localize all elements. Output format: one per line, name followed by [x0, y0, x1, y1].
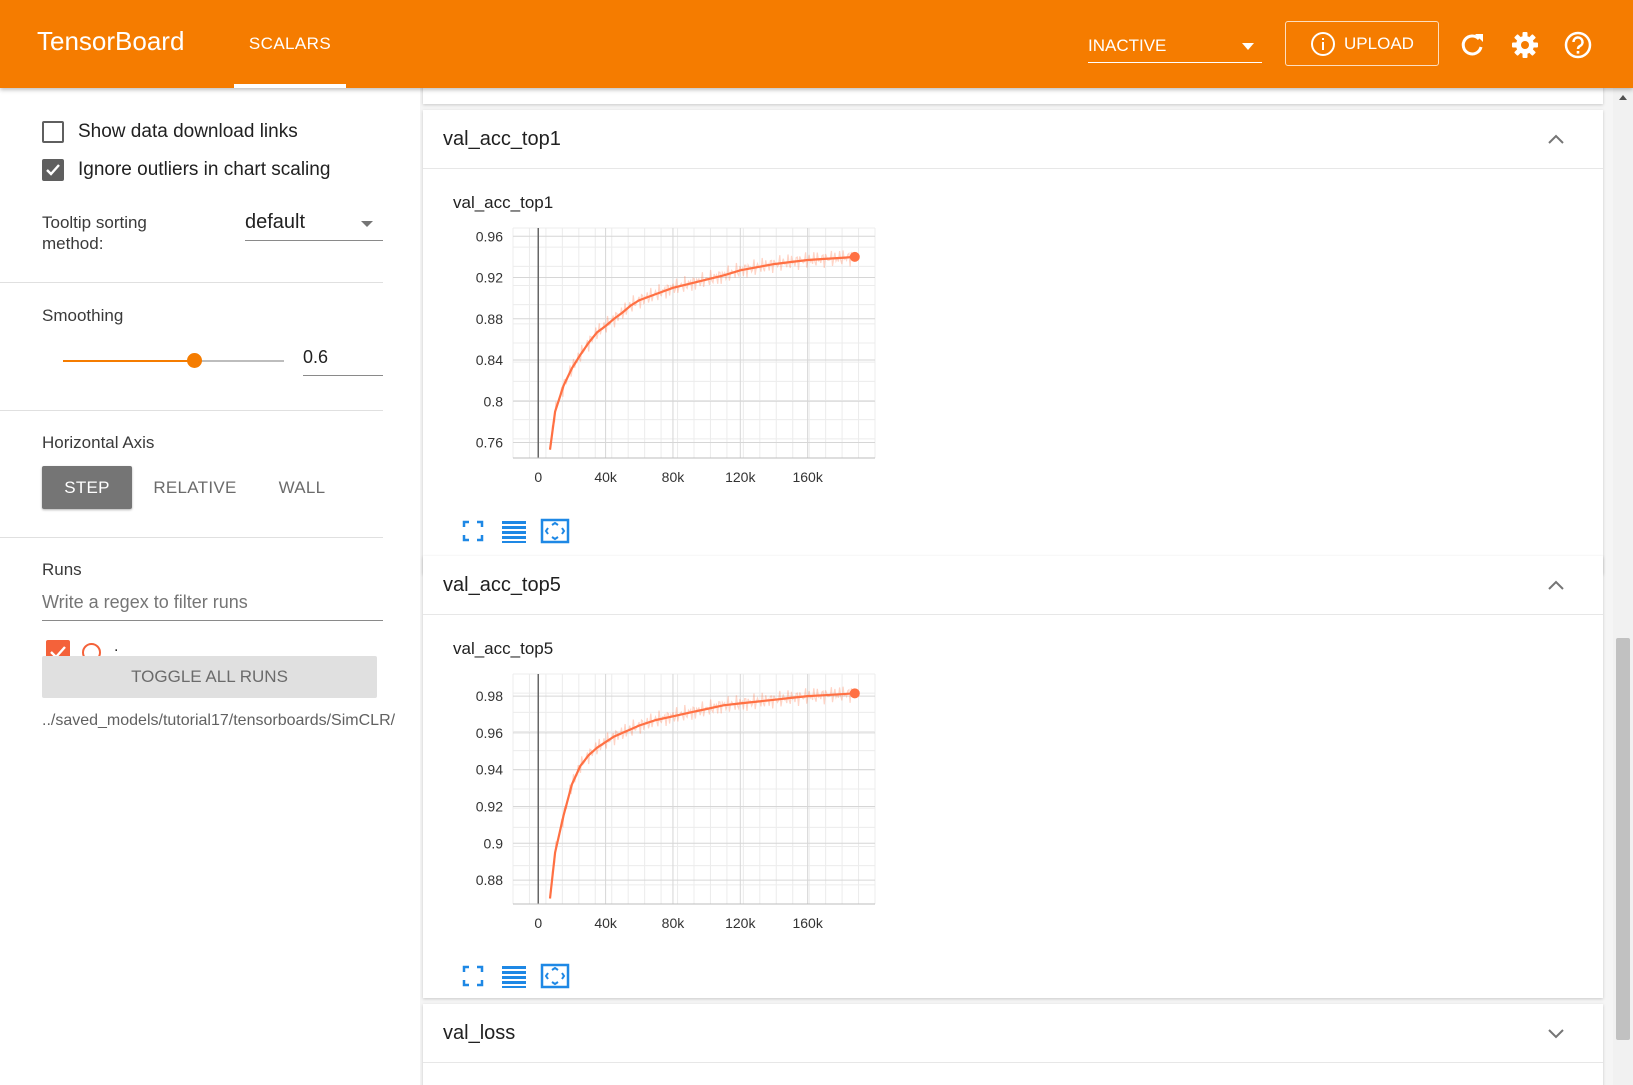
active-tab-indicator [234, 84, 346, 88]
toggle-all-runs-button[interactable]: TOGGLE ALL RUNS [42, 656, 377, 698]
fit-domain-icon[interactable] [539, 515, 571, 547]
chevron-up-icon[interactable] [1547, 578, 1565, 592]
app-title: TensorBoard [37, 26, 185, 56]
axis-wall-button[interactable]: WALL [262, 466, 342, 509]
y-tick-label: 0.88 [476, 872, 503, 888]
smoothing-slider-knob[interactable] [187, 353, 202, 368]
axis-relative-button[interactable]: RELATIVE [145, 466, 245, 509]
card-header[interactable]: val_acc_top5 [423, 556, 1603, 615]
plugin-status-value: INACTIVE [1088, 36, 1167, 55]
last-point-marker [849, 688, 860, 699]
y-tick-label: 0.9 [484, 835, 504, 851]
card-partial-top [423, 88, 1603, 104]
refresh-icon[interactable] [1457, 30, 1487, 60]
chevron-down-icon[interactable] [1547, 1026, 1565, 1040]
card-val-acc-top1: val_acc_top1 val_acc_top1 0.96 0.92 0.88 0.… [423, 110, 1603, 574]
card-header[interactable]: val_loss [423, 1004, 1603, 1063]
run-filter-input[interactable]: Write a regex to filter runs [42, 588, 383, 621]
x-tick-label: 160k [792, 469, 823, 485]
y-tick-label: 0.96 [476, 228, 503, 244]
fullscreen-icon[interactable] [457, 960, 489, 992]
log-directory: ../saved_models/tutorial17/tensorboards/… [42, 712, 396, 729]
run-name: . [114, 638, 119, 655]
ignore-outliers-label: Ignore outliers in chart scaling [78, 159, 331, 180]
card-val-loss: val_loss [423, 1004, 1603, 1085]
chart-title: val_acc_top5 [453, 639, 554, 658]
tooltip-sorting-label: Tooltip sorting method: [42, 213, 147, 253]
plugin-status-dropdown[interactable]: INACTIVE [1088, 34, 1262, 63]
x-tick-label: 80k [662, 469, 686, 485]
smoothing-input[interactable]: 0.6 [303, 344, 383, 376]
y-tick-label: 0.8 [484, 393, 504, 409]
checkmark-icon [42, 159, 64, 181]
tooltip-sorting-dropdown[interactable]: default [245, 208, 383, 241]
main-content: val_acc_top1 val_acc_top1 0.96 0.92 0.88 0.… [420, 88, 1613, 1085]
chart-title: val_acc_top1 [453, 193, 554, 212]
checkbox-unchecked-icon [42, 121, 64, 143]
toggle-log-scale-icon[interactable] [498, 960, 530, 992]
y-tick-label: 0.98 [476, 688, 503, 704]
settings-gear-icon[interactable] [1510, 30, 1540, 60]
fit-domain-icon[interactable] [539, 960, 571, 992]
y-tick-label: 0.96 [476, 725, 503, 741]
ignore-outliers-checkbox[interactable]: Ignore outliers in chart scaling [42, 159, 330, 181]
run-filter-placeholder: Write a regex to filter runs [42, 592, 248, 612]
last-point-marker [849, 251, 860, 262]
smoothing-slider-filled[interactable] [63, 360, 194, 362]
info-icon [1311, 31, 1336, 56]
card-title: val_loss [443, 1022, 516, 1044]
card-val-acc-top5: val_acc_top5 val_acc_top5 0.98 0.96 0.94 0.… [423, 556, 1603, 998]
runs-label: Runs [42, 560, 82, 579]
toggle-log-scale-icon[interactable] [498, 515, 530, 547]
tooltip-sorting-value: default [245, 211, 306, 233]
x-tick-label: 120k [725, 469, 756, 485]
chart-val-acc-top5[interactable]: 0.98 0.96 0.94 0.92 0.9 0.88 0 40k 80k 120k 160k [443, 664, 883, 944]
x-tick-label: 40k [594, 915, 618, 931]
fullscreen-icon[interactable] [457, 515, 489, 547]
card-title: val_acc_top5 [443, 574, 561, 596]
scroll-up-arrow-icon[interactable] [1613, 88, 1633, 108]
sidebar: Show data download links Ignore outliers… [0, 88, 420, 1085]
section-divider [0, 537, 383, 538]
y-tick-label: 0.84 [476, 352, 503, 368]
upload-label: UPLOAD [1344, 33, 1414, 53]
dropdown-arrow-icon [361, 221, 373, 227]
show-download-links-label: Show data download links [78, 121, 298, 142]
chevron-up-icon[interactable] [1547, 132, 1565, 146]
x-tick-label: 160k [792, 915, 823, 931]
show-download-links-checkbox[interactable]: Show data download links [42, 121, 298, 143]
top-app-bar: TensorBoard SCALARS INACTIVE UPLOAD [0, 0, 1633, 88]
y-tick-label: 0.94 [476, 762, 503, 778]
x-tick-label: 0 [534, 915, 542, 931]
x-tick-label: 0 [534, 469, 542, 485]
y-tick-label: 0.92 [476, 798, 503, 814]
x-tick-label: 80k [662, 915, 686, 931]
y-tick-label: 0.92 [476, 270, 503, 286]
smoothing-label: Smoothing [42, 306, 124, 325]
card-title: val_acc_top1 [443, 128, 561, 150]
section-divider [0, 410, 383, 411]
axis-step-button[interactable]: STEP [42, 466, 132, 509]
help-icon[interactable] [1563, 30, 1593, 60]
chart-val-acc-top1[interactable]: 0.96 0.92 0.88 0.84 0.8 0.76 0 40k 80k 120k 160k [443, 218, 883, 498]
tab-scalars[interactable]: SCALARS [234, 0, 346, 88]
section-divider [0, 282, 383, 283]
smoothing-value: 0.6 [303, 347, 329, 367]
y-tick-label: 0.76 [476, 435, 503, 451]
x-tick-label: 40k [594, 469, 618, 485]
smoothing-slider-track[interactable] [194, 360, 284, 362]
dropdown-arrow-icon [1242, 43, 1254, 50]
upload-button[interactable]: UPLOAD [1285, 21, 1439, 66]
card-header[interactable]: val_acc_top1 [423, 110, 1603, 169]
scrollbar-thumb[interactable] [1616, 638, 1630, 1040]
x-tick-label: 120k [725, 915, 756, 931]
y-tick-label: 0.88 [476, 311, 503, 327]
horizontal-axis-label: Horizontal Axis [42, 433, 155, 452]
